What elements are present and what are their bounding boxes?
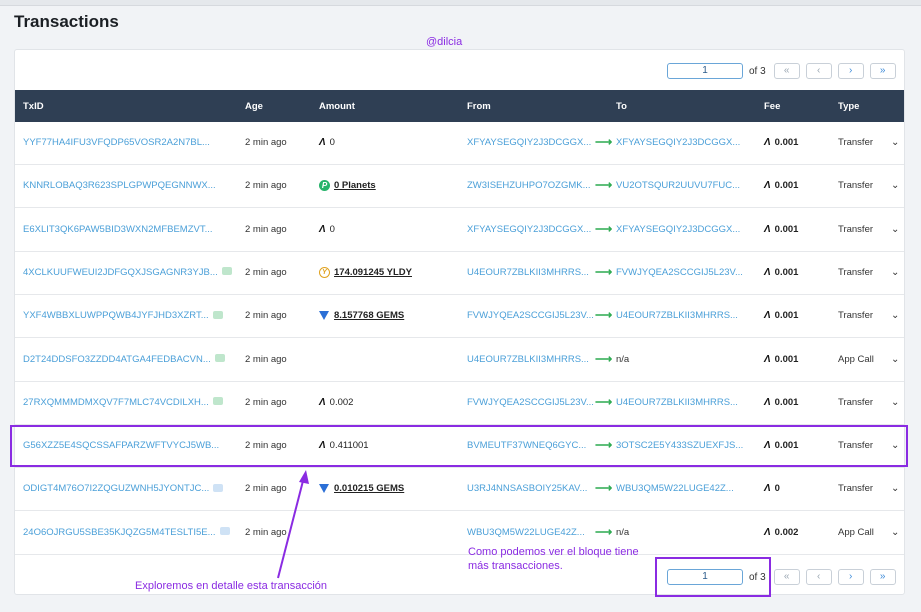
annotation-pager-note: Como podemos ver el bloque tiene más tra… xyxy=(468,546,639,572)
annotation-explore-note: Exploremos en detalle esta transacción xyxy=(135,580,327,592)
annotation-arrow-icon xyxy=(277,470,309,579)
